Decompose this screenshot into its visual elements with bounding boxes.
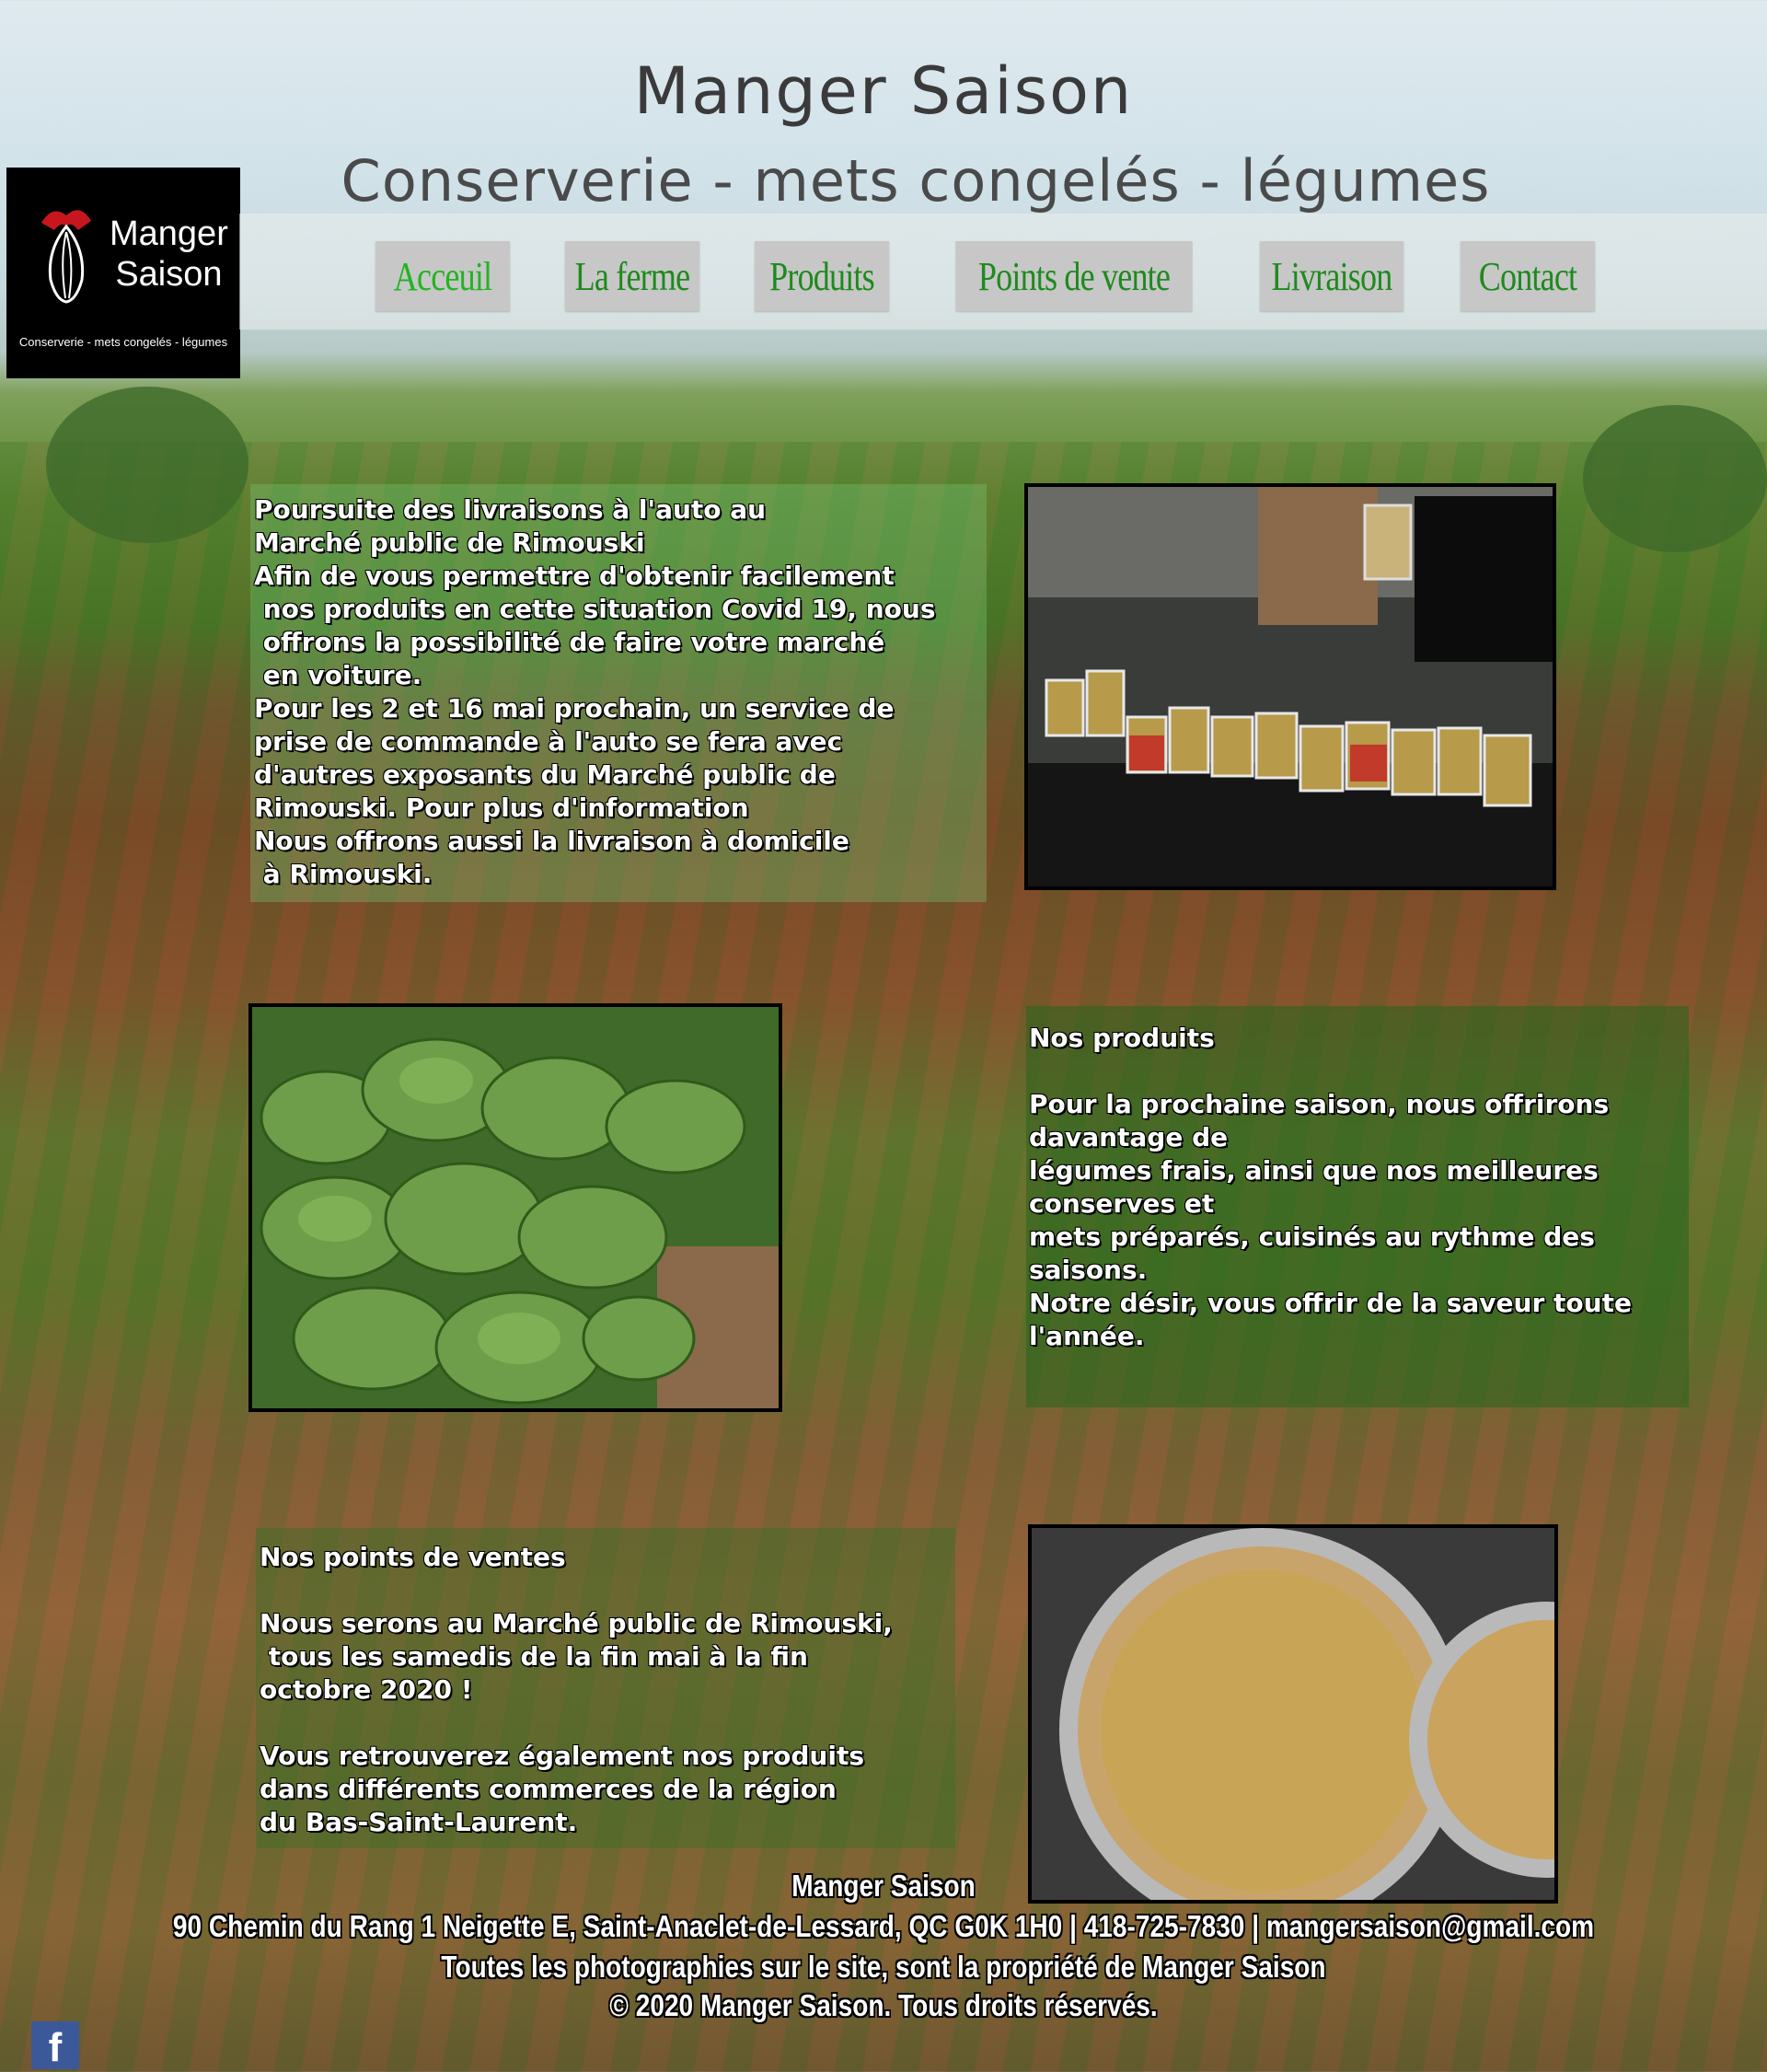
logo-tagline: Conserverie - mets congelés - légumes xyxy=(18,335,228,349)
footer-name: Manger Saison xyxy=(791,1869,976,1903)
footer-photos-note: Toutes les photographies sur le site, so… xyxy=(441,1950,1326,1984)
nav-item-contact[interactable]: Contact xyxy=(1461,241,1595,311)
logo-name-line2: Saison xyxy=(115,255,223,294)
spinach-illustration xyxy=(252,1007,779,1408)
logo-name: Manger Saison xyxy=(110,214,228,295)
delivery-text: Poursuite des livraisons à l'auto au Mar… xyxy=(254,494,936,889)
site-title: Manger Saison xyxy=(633,53,1134,129)
jars-illustration xyxy=(1028,487,1553,886)
nav-item-la-ferme[interactable]: La ferme xyxy=(565,241,699,311)
footer-contact: 90 Chemin du Rang 1 Neigette E, Saint-An… xyxy=(172,1909,1595,1943)
pie-photo xyxy=(1028,1524,1558,1904)
pie-illustration xyxy=(1032,1528,1554,1900)
logo[interactable]: Manger Saison Conserverie - mets congelé… xyxy=(6,168,240,378)
nav-item-accueil[interactable]: Acceuil xyxy=(375,241,510,311)
nav-item-livraison[interactable]: Livraison xyxy=(1260,241,1403,311)
nav-item-produits[interactable]: Produits xyxy=(755,241,889,311)
products-text: Nos produits Pour la prochaine saison, n… xyxy=(1029,1023,1632,1351)
facebook-icon[interactable]: f xyxy=(31,2021,79,2069)
logo-name-line1: Manger xyxy=(110,214,228,253)
spinach-photo xyxy=(248,1003,782,1412)
points-of-sale-text: Nos points de ventes Nous serons au Marc… xyxy=(260,1542,893,1837)
nav-item-points-de-vente[interactable]: Points de vente xyxy=(955,241,1193,311)
background-tree xyxy=(46,387,248,543)
jars-photo xyxy=(1024,483,1556,890)
background-tree xyxy=(1583,405,1767,552)
apple-garlic-icon xyxy=(41,210,91,304)
footer-copyright: © 2020 Manger Saison. Tous droits réserv… xyxy=(609,1988,1158,2022)
site-subtitle: Conserverie - mets congelés - légumes xyxy=(341,147,1491,214)
